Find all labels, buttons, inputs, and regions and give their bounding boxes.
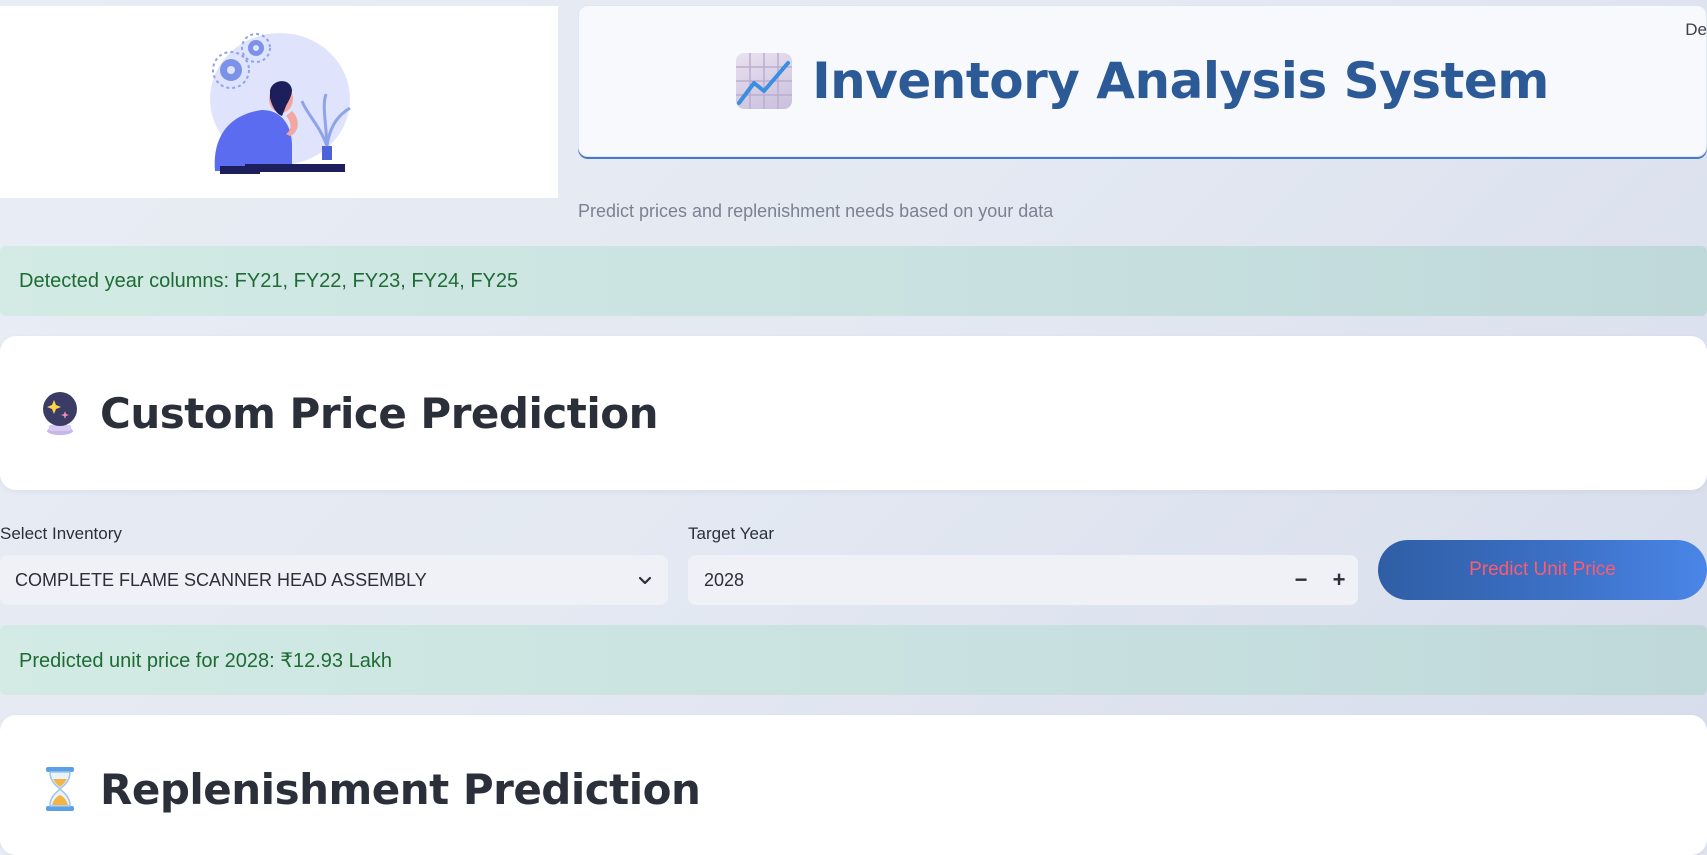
replenishment-title: Replenishment Prediction [100, 765, 701, 814]
crystal-ball-icon [40, 391, 80, 435]
inventory-select-label: Select Inventory [0, 524, 122, 543]
detected-years-text: Detected year columns: FY21, FY22, FY23,… [19, 269, 519, 292]
app-title: Inventory Analysis System [812, 52, 1549, 110]
app-header: Inventory Analysis System [578, 5, 1707, 157]
target-year-label: Target Year [688, 524, 775, 543]
inventory-select-value: COMPLETE FLAME SCANNER HEAD ASSEMBLY [15, 569, 427, 590]
prediction-result-text: Predicted unit price for 2028: ₹12.93 La… [19, 649, 392, 672]
target-year-value[interactable]: 2028 [704, 570, 1282, 591]
header-title-group: Inventory Analysis System [736, 52, 1549, 110]
increment-button[interactable]: + [1320, 555, 1358, 605]
hourglass-icon [40, 765, 80, 813]
predict-unit-price-button[interactable]: Predict Unit Price [1378, 540, 1707, 600]
header-illustration-card [0, 6, 558, 198]
chart-increasing-icon [736, 53, 793, 109]
inventory-select[interactable]: COMPLETE FLAME SCANNER HEAD ASSEMBLY [0, 555, 668, 605]
chevron-down-icon [638, 570, 652, 591]
detected-years-alert: Detected year columns: FY21, FY22, FY23,… [0, 246, 1707, 316]
person-thinking-illustration [210, 33, 351, 174]
decrement-button[interactable]: − [1282, 555, 1320, 605]
target-year-input[interactable]: 2028 − + [688, 555, 1358, 605]
replenishment-section-header: Replenishment Prediction [0, 715, 1707, 855]
truncated-corner-text: De [1685, 20, 1707, 39]
app-subtitle: Predict prices and replenishment needs b… [578, 201, 1054, 221]
prediction-result-alert: Predicted unit price for 2028: ₹12.93 La… [0, 625, 1707, 695]
custom-price-title: Custom Price Prediction [100, 388, 659, 438]
custom-price-section-header: Custom Price Prediction [0, 336, 1707, 490]
